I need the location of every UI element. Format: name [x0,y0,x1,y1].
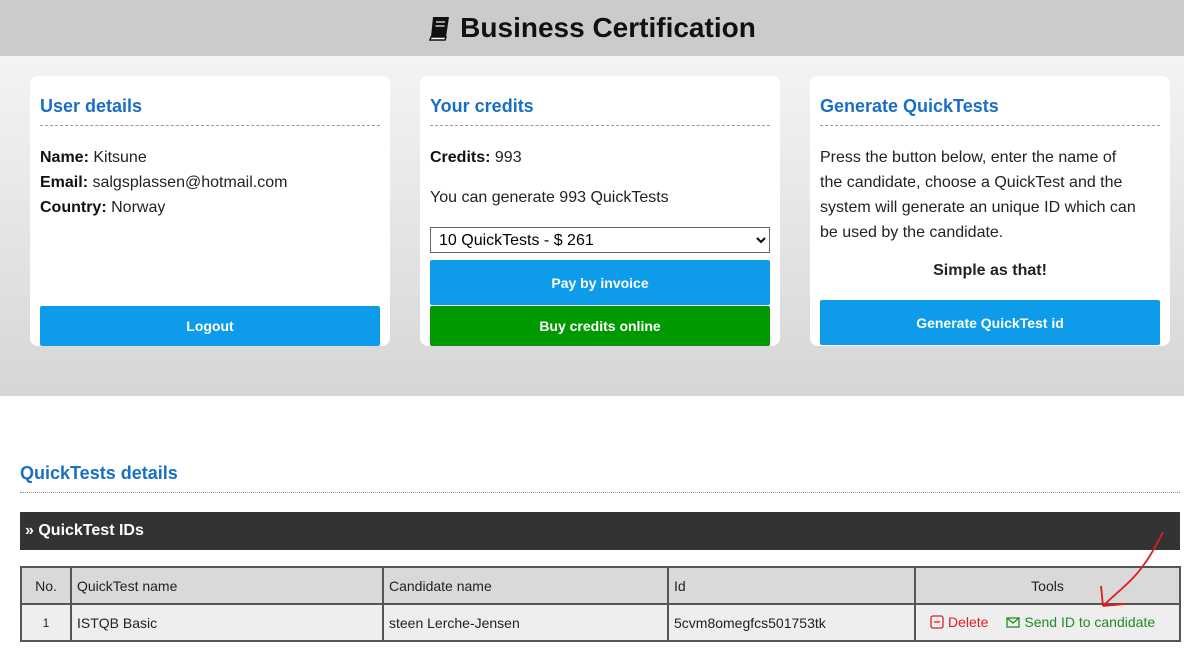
generate-count-text: You can generate 993 QuickTests [430,189,669,206]
cell-quicktest: ISTQB Basic [70,603,384,642]
quicktest-ids-bar[interactable]: » QuickTest IDs [20,512,1180,550]
minus-square-icon [930,614,944,629]
dashboard-panel: User details Name: Kitsune Email: salgsp… [0,56,1184,396]
buy-credits-online-button[interactable]: Buy credits online [430,306,770,346]
credits-value: 993 [494,149,522,166]
book-icon [429,17,450,41]
col-id: Id [667,566,916,605]
user-details-title: User details [40,76,380,126]
generate-description: Press the button below, enter the name o… [820,149,1136,241]
page-title-text: Business Certification [460,12,756,43]
credits-card: Your credits Credits: 993 You can genera… [420,76,780,346]
credits-title: Your credits [430,76,770,126]
credits-label: Credits: [430,149,491,166]
cell-id: 5cvm8omegfcs501753tk [667,603,916,642]
quicktests-details-title: QuickTests details [20,463,1180,493]
top-header: Business Certification [0,0,1184,56]
cell-no: 1 [20,603,72,642]
send-id-link[interactable]: Send ID to candidate [1006,614,1155,630]
country-label: Country: [40,199,107,216]
credits-package-select[interactable]: 10 QuickTests - $ 261 [430,227,770,253]
cell-candidate: steen Lerche-Jensen [382,603,669,642]
email-value: salgsplassen@hotmail.com [92,174,288,191]
col-no: No. [20,566,72,605]
name-value: Kitsune [93,149,147,166]
envelope-icon [1006,616,1021,628]
table-header-row: No. QuickTest name Candidate name Id Too… [20,566,1181,605]
name-label: Name: [40,149,89,166]
send-id-label: Send ID to candidate [1024,613,1156,630]
delete-label: Delete [948,613,989,630]
user-details-card: User details Name: Kitsune Email: salgsp… [30,76,390,346]
generate-tagline: Simple as that! [933,262,1047,279]
table-row: 1 ISTQB Basic steen Lerche-Jensen 5cvm8o… [20,603,1181,642]
generate-quicktest-id-button[interactable]: Generate QuickTest id [820,300,1160,345]
user-name-row: Name: Kitsune [40,145,380,170]
red-arrow-annotation [1100,531,1164,607]
pay-by-invoice-button[interactable]: Pay by invoice [430,260,770,305]
credits-row: Credits: 993 [430,145,770,170]
user-email-row: Email: salgsplassen@hotmail.com [40,170,380,195]
quicktest-table: No. QuickTest name Candidate name Id Too… [20,566,1181,642]
delete-link[interactable]: Delete [930,614,988,630]
page-title: Business Certification [428,12,756,44]
col-candidate-name: Candidate name [382,566,669,605]
generate-quicktests-card: Generate QuickTests Press the button bel… [810,76,1170,346]
logout-button[interactable]: Logout [40,306,380,346]
country-value: Norway [111,199,166,216]
email-label: Email: [40,174,89,191]
generate-title: Generate QuickTests [820,76,1160,126]
col-quicktest-name: QuickTest name [70,566,384,605]
user-country-row: Country: Norway [40,195,380,220]
